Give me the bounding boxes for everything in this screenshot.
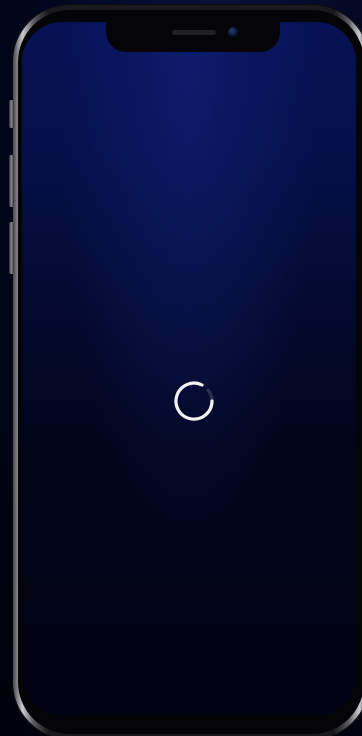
loading-spinner-icon xyxy=(174,381,214,421)
volume-down-button xyxy=(9,222,14,274)
volume-up-button xyxy=(9,155,14,207)
earpiece-speaker xyxy=(172,30,216,35)
screenshot-stage xyxy=(0,0,362,736)
silent-switch xyxy=(9,100,14,128)
notch xyxy=(106,22,280,52)
front-camera-icon xyxy=(228,27,238,37)
phone-screen xyxy=(22,22,356,716)
